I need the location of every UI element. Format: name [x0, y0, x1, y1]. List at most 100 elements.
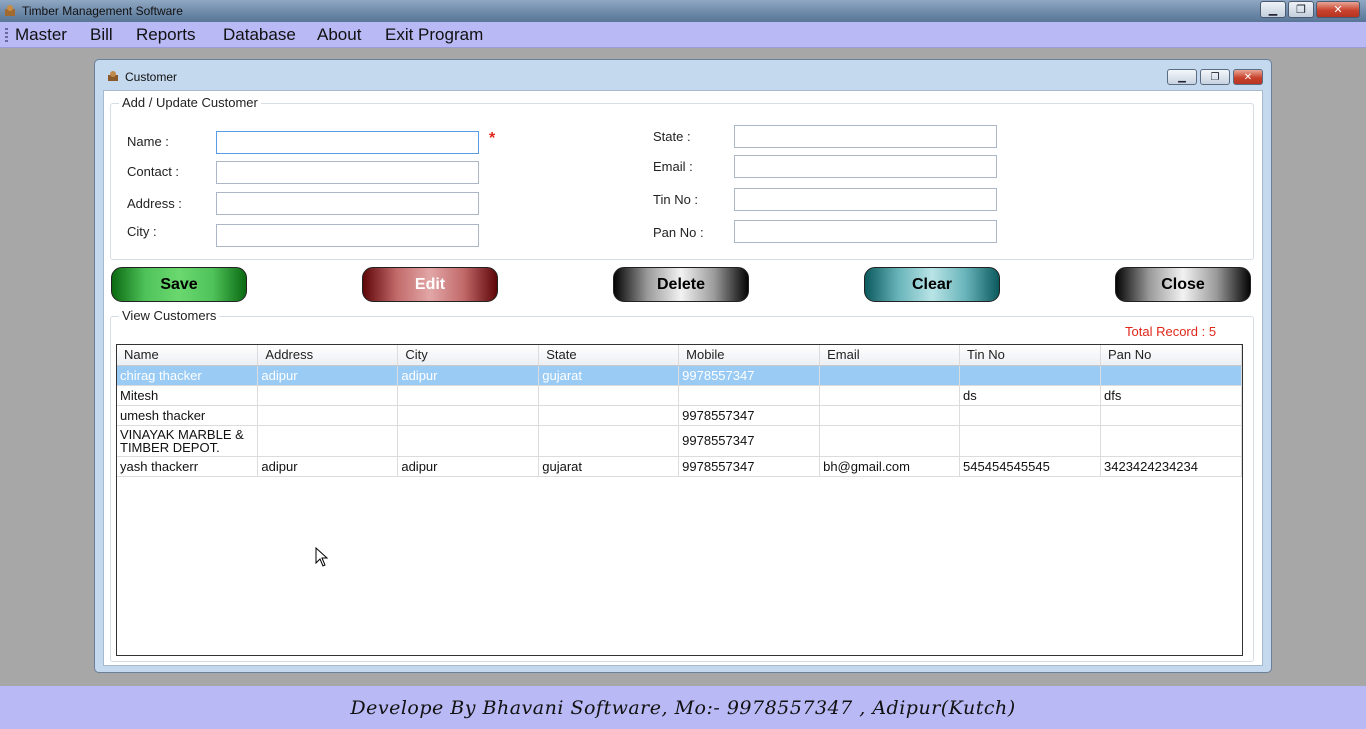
cell-mobile: 9978557347	[678, 456, 821, 477]
cell-name: yash thackerr	[117, 456, 259, 477]
cell-name: Mitesh	[117, 385, 259, 406]
cell-city: adipur	[397, 456, 540, 477]
tin-input[interactable]	[734, 188, 997, 211]
cell-email	[819, 365, 961, 386]
customers-grid[interactable]: Name Address City State Mobile Email Tin…	[116, 344, 1243, 656]
cell-pan	[1100, 405, 1242, 426]
close-icon: ✕	[1243, 71, 1253, 83]
minimize-button[interactable]: ▁	[1260, 1, 1286, 18]
clear-button[interactable]: Clear	[864, 267, 1000, 302]
state-input[interactable]	[734, 125, 997, 148]
cell-state	[538, 425, 680, 457]
add-update-group: Add / Update Customer Name : * Contact :…	[110, 95, 1254, 260]
cell-state	[538, 405, 680, 426]
restore-button[interactable]: ❐	[1288, 1, 1314, 18]
cell-tin: ds	[959, 385, 1101, 406]
table-row[interactable]: VINAYAK MARBLE & TIMBER DEPOT. 997855734…	[117, 425, 1242, 457]
email-input[interactable]	[734, 155, 997, 178]
minimize-icon: ▁	[1178, 71, 1186, 83]
cell-name: chirag thacker	[117, 365, 259, 386]
menu-bill[interactable]: Bill	[90, 25, 113, 45]
menu-about[interactable]: About	[317, 25, 361, 45]
column-header-pan[interactable]: Pan No	[1100, 345, 1242, 366]
table-row[interactable]: chirag thacker adipur adipur gujarat 997…	[117, 365, 1242, 386]
app-titlebar: Timber Management Software ▁ ❐ ✕	[0, 0, 1366, 22]
dialog-restore-button[interactable]: ❐	[1200, 69, 1230, 85]
cell-tin: 545454545545	[959, 456, 1101, 477]
cell-tin	[959, 425, 1101, 457]
cell-pan	[1100, 425, 1242, 457]
table-row[interactable]: yash thackerr adipur adipur gujarat 9978…	[117, 456, 1242, 477]
column-header-state[interactable]: State	[538, 345, 680, 366]
app-title: Timber Management Software	[22, 4, 183, 18]
close-button[interactable]: Close	[1115, 267, 1251, 302]
footer-bar: Develope By Bhavani Software, Mo:- 99785…	[0, 686, 1366, 729]
table-row[interactable]: Mitesh ds dfs	[117, 385, 1242, 406]
tin-label: Tin No :	[653, 192, 699, 207]
city-label: City :	[127, 224, 157, 239]
close-icon: ✕	[1333, 4, 1343, 16]
dialog-minimize-button[interactable]: ▁	[1167, 69, 1197, 85]
pan-label: Pan No :	[653, 225, 704, 240]
column-header-name[interactable]: Name	[117, 345, 259, 366]
cell-address: adipur	[257, 365, 399, 386]
city-input[interactable]	[216, 224, 479, 247]
restore-icon: ❐	[1210, 71, 1220, 83]
cell-city	[397, 405, 540, 426]
cell-name: VINAYAK MARBLE & TIMBER DEPOT.	[117, 425, 259, 457]
total-record-count: Total Record : 5	[1125, 324, 1217, 339]
contact-label: Contact :	[127, 164, 180, 179]
column-header-tin[interactable]: Tin No	[959, 345, 1101, 366]
menu-bar: Master Bill Reports Database About Exit …	[0, 22, 1366, 48]
contact-input[interactable]	[216, 161, 479, 184]
cell-tin	[959, 405, 1101, 426]
address-input[interactable]	[216, 192, 479, 215]
dialog-titlebar[interactable]: Customer ▁ ❐ ✕	[95, 60, 1271, 88]
cell-city: adipur	[397, 365, 540, 386]
address-label: Address :	[127, 196, 182, 211]
cell-state: gujarat	[538, 456, 680, 477]
cell-tin	[959, 365, 1101, 386]
customers-table: Name Address City State Mobile Email Tin…	[117, 345, 1242, 477]
menu-database[interactable]: Database	[223, 25, 296, 45]
close-window-button[interactable]: ✕	[1316, 1, 1360, 18]
table-header-row: Name Address City State Mobile Email Tin…	[117, 345, 1242, 366]
pan-input[interactable]	[734, 220, 997, 243]
cell-address	[257, 425, 399, 457]
cell-mobile: 9978557347	[678, 405, 821, 426]
customer-icon	[108, 71, 118, 81]
dialog-close-button[interactable]: ✕	[1233, 69, 1263, 85]
cell-state: gujarat	[538, 365, 680, 386]
cell-email: bh@gmail.com	[819, 456, 961, 477]
menu-master[interactable]: Master	[15, 25, 67, 45]
cell-state	[538, 385, 680, 406]
cell-email	[819, 405, 961, 426]
name-input[interactable]	[216, 131, 479, 154]
cell-pan	[1100, 365, 1242, 386]
column-header-mobile[interactable]: Mobile	[678, 345, 821, 366]
minimize-icon: ▁	[1268, 4, 1278, 16]
dialog-window-controls: ▁ ❐ ✕	[1167, 69, 1263, 85]
table-row[interactable]: umesh thacker 9978557347	[117, 405, 1242, 426]
menu-reports[interactable]: Reports	[136, 25, 196, 45]
cell-email	[819, 425, 961, 457]
cell-pan: dfs	[1100, 385, 1242, 406]
customer-dialog: Customer ▁ ❐ ✕ Add / Update Customer Nam…	[94, 59, 1272, 673]
delete-button[interactable]: Delete	[613, 267, 749, 302]
menu-exit-program[interactable]: Exit Program	[385, 25, 483, 45]
cell-address	[257, 405, 399, 426]
column-header-email[interactable]: Email	[819, 345, 961, 366]
edit-button[interactable]: Edit	[362, 267, 498, 302]
cell-name: umesh thacker	[117, 405, 259, 426]
menu-grip-icon	[5, 28, 8, 42]
cell-pan: 3423424234234	[1100, 456, 1242, 477]
app-icon	[5, 5, 15, 16]
dialog-title: Customer	[125, 70, 178, 84]
save-button[interactable]: Save	[111, 267, 247, 302]
view-customers-title: View Customers	[119, 308, 220, 323]
column-header-city[interactable]: City	[397, 345, 540, 366]
email-label: Email :	[653, 159, 693, 174]
column-header-address[interactable]: Address	[257, 345, 399, 366]
app-window-controls: ▁ ❐ ✕	[1260, 1, 1360, 18]
footer-credit: Develope By Bhavani Software, Mo:- 99785…	[350, 696, 1016, 719]
